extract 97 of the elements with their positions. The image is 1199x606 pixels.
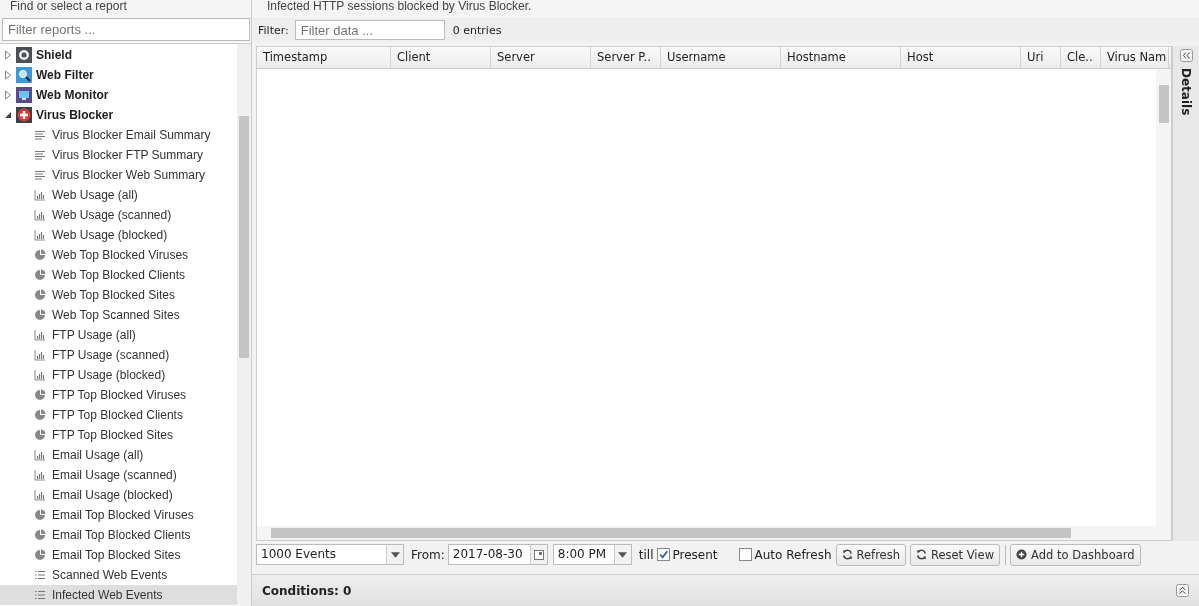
- panel-title: Find or select a report: [9, 0, 128, 15]
- collapse-icon[interactable]: [1179, 49, 1193, 62]
- filter-data-field[interactable]: Filter data ...: [294, 20, 445, 40]
- tree-item[interactable]: Web Top Blocked Sites: [0, 285, 237, 305]
- tree-item[interactable]: Scanned Web Events: [0, 565, 237, 585]
- scrollbar[interactable]: [257, 526, 1171, 540]
- caret-icon: [390, 551, 400, 558]
- refresh-icon: [915, 549, 927, 560]
- bar-chart-icon: [34, 349, 46, 361]
- bar-chart-icon: [34, 449, 46, 461]
- tree-item[interactable]: Virus Blocker FTP Summary: [0, 145, 237, 165]
- column-header[interactable]: Timestamp: [257, 47, 391, 68]
- caret-icon: [618, 551, 628, 558]
- shield-icon: [16, 47, 32, 63]
- bar-chart-icon: [34, 469, 46, 481]
- column-header[interactable]: Uri: [1021, 47, 1061, 68]
- tree-item[interactable]: FTP Top Blocked Sites: [0, 425, 237, 445]
- add-icon: [1016, 549, 1028, 560]
- tree-item[interactable]: Web Usage (all): [0, 185, 237, 205]
- bar-chart-icon: [34, 189, 46, 201]
- tree-item[interactable]: Web Top Blocked Viruses: [0, 245, 237, 265]
- pie-chart-icon: [34, 269, 46, 281]
- date-field[interactable]: 2017-08-30: [447, 544, 548, 565]
- expand-icon[interactable]: [1176, 584, 1189, 597]
- conditions-title: Conditions: 0: [262, 583, 352, 598]
- bar-chart-icon: [34, 229, 46, 241]
- tree-item[interactable]: Virus Blocker: [0, 105, 237, 125]
- bar-chart-icon: [34, 489, 46, 501]
- tree-item[interactable]: Web Monitor: [0, 85, 237, 105]
- column-header[interactable]: Username: [661, 47, 781, 68]
- cross-icon: [16, 107, 32, 123]
- column-header[interactable]: Server P..: [591, 47, 661, 68]
- from-label: From:: [411, 547, 445, 562]
- list-icon: [34, 589, 46, 601]
- column-header[interactable]: Hostname: [781, 47, 901, 68]
- pie-chart-icon: [34, 429, 46, 441]
- lines-icon: [34, 129, 46, 141]
- add-to-dashboard-button[interactable]: Add to Dashboard: [1010, 543, 1141, 566]
- tree-item[interactable]: FTP Usage (all): [0, 325, 237, 345]
- tree-item[interactable]: Shield: [0, 45, 237, 65]
- present-label: Present: [672, 547, 718, 562]
- present-checkbox[interactable]: [656, 548, 670, 561]
- tree-item[interactable]: Infected Web Events: [0, 585, 237, 605]
- list-icon: [34, 569, 46, 581]
- tree-item[interactable]: FTP Usage (blocked): [0, 365, 237, 385]
- tree-item[interactable]: Email Top Blocked Clients: [0, 525, 237, 545]
- tree-item[interactable]: Email Usage (all): [0, 445, 237, 465]
- expander-icon[interactable]: [4, 110, 12, 120]
- filter-reports-field[interactable]: Filter reports ...: [2, 18, 250, 41]
- tree-item[interactable]: FTP Top Blocked Clients: [0, 405, 237, 425]
- filter-label: Filter:: [258, 23, 289, 37]
- pie-chart-icon: [34, 289, 46, 301]
- auto-refresh-checkbox[interactable]: [738, 548, 752, 561]
- tree-item[interactable]: Virus Blocker Email Summary: [0, 125, 237, 145]
- search-icon: [16, 67, 32, 83]
- calendar-icon: [533, 549, 544, 560]
- time-dropdown[interactable]: 8:00 PM: [552, 544, 632, 565]
- pie-chart-icon: [34, 409, 46, 421]
- column-header[interactable]: Virus Nam: [1101, 47, 1169, 68]
- pie-chart-icon: [34, 549, 46, 561]
- tree-item[interactable]: Email Usage (scanned): [0, 465, 237, 485]
- scrollbar[interactable]: [237, 44, 251, 606]
- pie-chart-icon: [34, 389, 46, 401]
- column-header[interactable]: Client: [391, 47, 491, 68]
- tree-item[interactable]: Email Top Blocked Sites: [0, 545, 237, 565]
- pie-chart-icon: [34, 529, 46, 541]
- tree-item[interactable]: Web Top Blocked Clients: [0, 265, 237, 285]
- bar-chart-icon: [34, 329, 46, 341]
- pie-chart-icon: [34, 509, 46, 521]
- events-limit-dropdown[interactable]: 1000 Events: [256, 544, 404, 565]
- tree-item[interactable]: Web Filter: [0, 65, 237, 85]
- auto-refresh-label: Auto Refresh: [754, 547, 832, 562]
- tree-item[interactable]: Email Usage (blocked): [0, 485, 237, 505]
- lines-icon: [34, 169, 46, 181]
- refresh-icon: [841, 549, 853, 560]
- lines-icon: [34, 149, 46, 161]
- bar-chart-icon: [34, 209, 46, 221]
- pie-chart-icon: [34, 309, 46, 321]
- tree-item[interactable]: Web Top Scanned Sites: [0, 305, 237, 325]
- details-panel[interactable]: Details: [1172, 46, 1199, 541]
- tree-item[interactable]: Web Usage (blocked): [0, 225, 237, 245]
- tree-item[interactable]: Web Usage (scanned): [0, 205, 237, 225]
- monitor-icon: [16, 87, 32, 103]
- till-label: till: [638, 547, 654, 562]
- scrollbar[interactable]: [1156, 69, 1171, 526]
- tree-item[interactable]: FTP Usage (scanned): [0, 345, 237, 365]
- toolbar-button[interactable]: Refresh: [835, 543, 906, 566]
- column-header[interactable]: Host: [901, 47, 1021, 68]
- tree-item[interactable]: Virus Blocker Web Summary: [0, 165, 237, 185]
- tree-item[interactable]: Email Top Blocked Viruses: [0, 505, 237, 525]
- entries-count: 0 entries: [452, 23, 502, 37]
- toolbar-button[interactable]: Reset View: [909, 543, 1001, 566]
- tree-item[interactable]: FTP Top Blocked Viruses: [0, 385, 237, 405]
- column-header[interactable]: Cle..: [1061, 47, 1101, 68]
- pie-chart-icon: [34, 249, 46, 261]
- bar-chart-icon: [34, 369, 46, 381]
- column-header[interactable]: Server: [491, 47, 591, 68]
